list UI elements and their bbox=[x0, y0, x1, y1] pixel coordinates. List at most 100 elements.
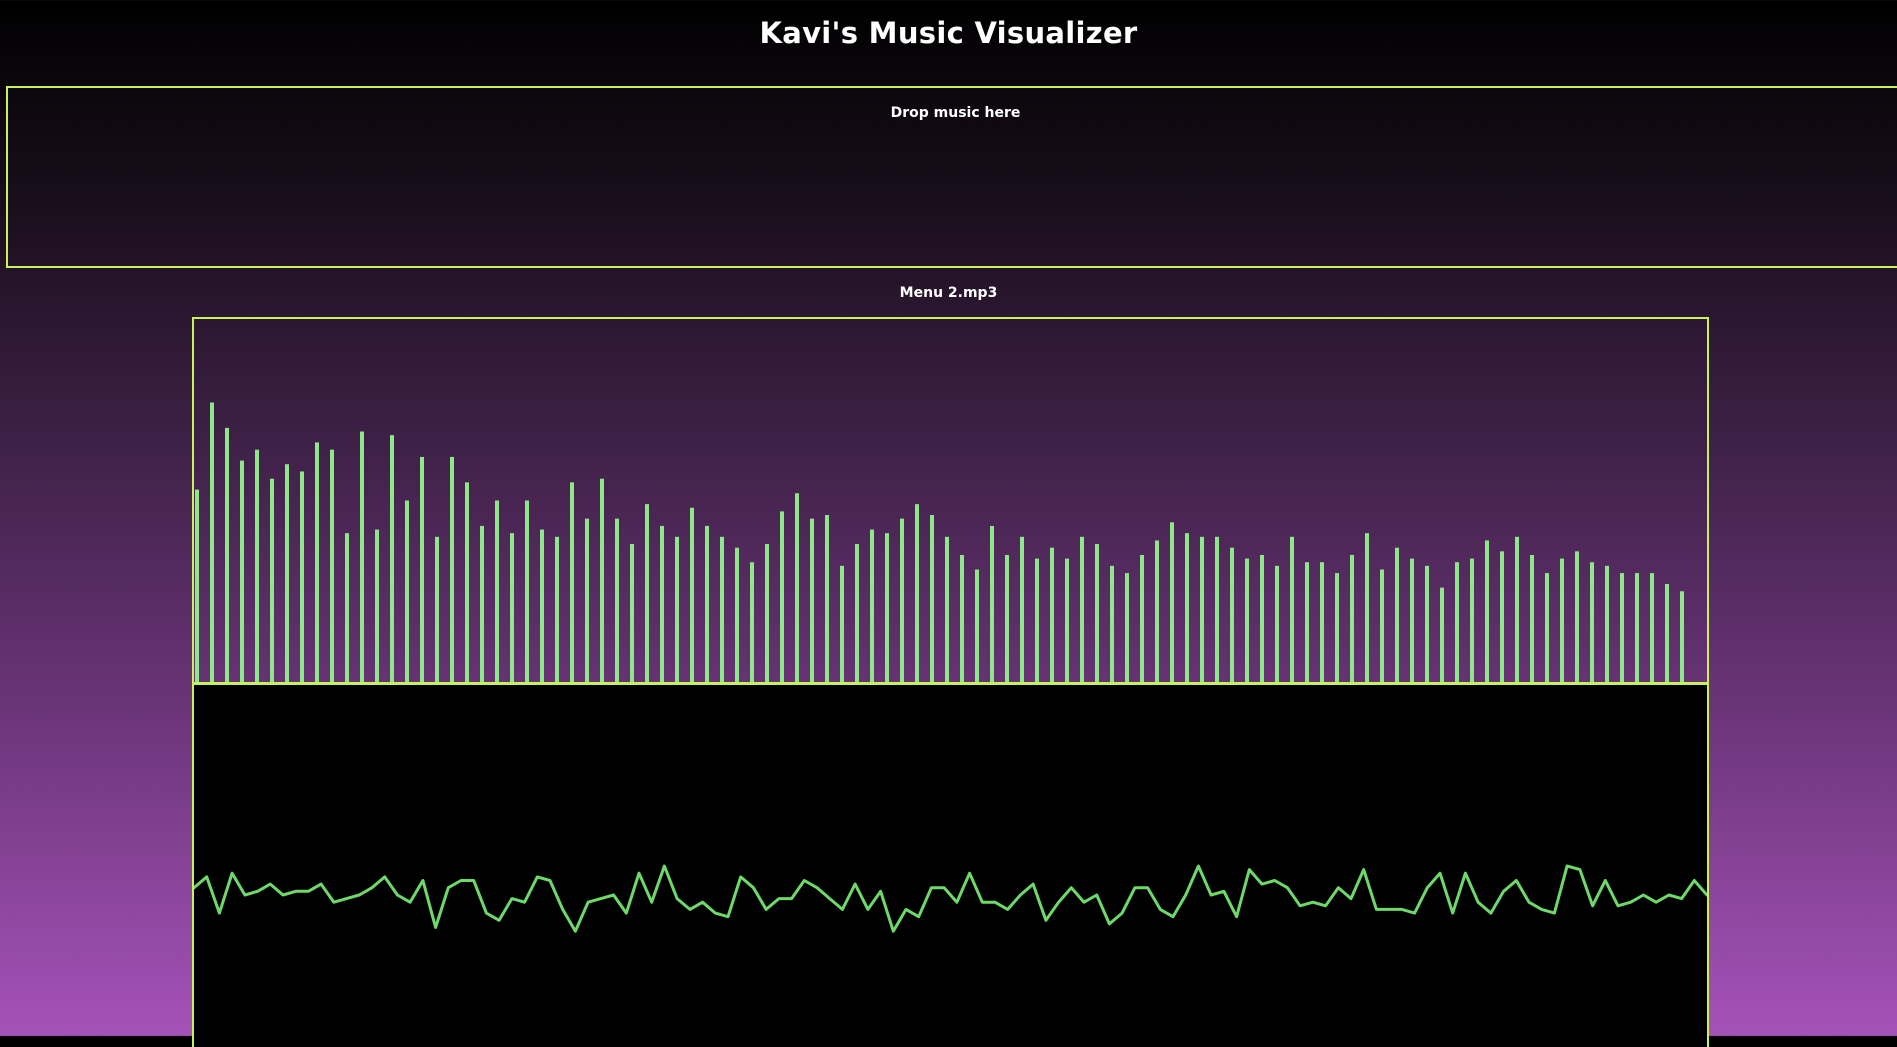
spectrum-bar bbox=[1080, 536, 1084, 682]
spectrum-bar bbox=[1140, 554, 1144, 682]
spectrum-bar bbox=[1290, 536, 1294, 682]
spectrum-bar bbox=[1230, 547, 1234, 682]
spectrum-bar bbox=[900, 518, 904, 682]
spectrum-bar bbox=[1185, 533, 1189, 682]
spectrum-bar bbox=[810, 518, 814, 682]
spectrum-bar bbox=[1680, 591, 1684, 682]
spectrum-bar bbox=[660, 525, 664, 682]
spectrum-bar bbox=[1125, 573, 1129, 682]
spectrum-bar bbox=[1560, 558, 1564, 682]
spectrum-bar bbox=[600, 478, 604, 682]
spectrum-bar bbox=[1110, 565, 1114, 682]
spectrum-bar bbox=[465, 482, 469, 682]
spectrum-bar bbox=[750, 562, 754, 682]
spectrum-bar bbox=[945, 536, 949, 682]
spectrum-bar bbox=[1605, 565, 1609, 682]
spectrum-bar bbox=[1260, 554, 1264, 682]
waveform-visualization bbox=[194, 685, 1707, 1047]
spectrum-bar bbox=[1380, 569, 1384, 682]
spectrum-bar bbox=[225, 427, 229, 682]
spectrum-bar bbox=[360, 431, 364, 682]
spectrum-bar bbox=[1245, 558, 1249, 682]
spectrum-bar bbox=[930, 515, 934, 682]
spectrum-bars-group bbox=[195, 402, 1684, 682]
spectrum-bar bbox=[1500, 551, 1504, 682]
spectrum-bar bbox=[300, 471, 304, 682]
spectrum-bar bbox=[1020, 536, 1024, 682]
spectrum-bar bbox=[855, 544, 859, 682]
spectrum-bar bbox=[1440, 587, 1444, 682]
app-title: Kavi's Music Visualizer bbox=[759, 16, 1138, 50]
spectrum-bar bbox=[1665, 583, 1669, 682]
spectrum-bar bbox=[330, 449, 334, 682]
spectrum-bar bbox=[1050, 547, 1054, 682]
spectrum-bar bbox=[585, 518, 589, 682]
spectrum-bar bbox=[1275, 565, 1279, 682]
spectrum-bar bbox=[705, 525, 709, 682]
spectrum-bar bbox=[870, 529, 874, 682]
spectrum-bar bbox=[285, 464, 289, 682]
spectrum-bar bbox=[525, 500, 529, 682]
spectrum-bar bbox=[720, 536, 724, 682]
spectrum-bar bbox=[570, 482, 574, 682]
spectrum-bar bbox=[825, 515, 829, 682]
spectrum-bar bbox=[1485, 540, 1489, 682]
spectrum-bar bbox=[210, 402, 214, 682]
spectrum-bar bbox=[1335, 573, 1339, 682]
spectrum-bar bbox=[270, 478, 274, 682]
waveform-line bbox=[194, 864, 1707, 933]
spectrum-bar bbox=[390, 435, 394, 682]
spectrum-bar bbox=[450, 456, 454, 682]
spectrum-bar bbox=[840, 565, 844, 682]
spectrum-bar bbox=[975, 569, 979, 682]
spectrum-bar bbox=[990, 525, 994, 682]
spectrum-bar bbox=[1320, 562, 1324, 682]
spectrum-bar bbox=[1575, 551, 1579, 682]
spectrum-bar bbox=[735, 547, 739, 682]
spectrum-bar bbox=[405, 500, 409, 682]
spectrum-bar bbox=[690, 507, 694, 682]
music-drop-zone[interactable]: Drop music here bbox=[6, 86, 1897, 268]
spectrum-bar bbox=[630, 544, 634, 682]
spectrum-bar bbox=[480, 525, 484, 682]
spectrum-bar bbox=[540, 529, 544, 682]
spectrum-bar bbox=[1425, 565, 1429, 682]
drop-zone-label: Drop music here bbox=[890, 105, 1021, 121]
spectrum-bar bbox=[675, 536, 679, 682]
spectrum-bar bbox=[1455, 562, 1459, 682]
spectrum-bar bbox=[615, 518, 619, 682]
spectrum-bar bbox=[1545, 573, 1549, 682]
frequency-spectrum-visualization bbox=[195, 402, 1684, 682]
spectrum-bar bbox=[1635, 573, 1639, 682]
spectrum-bar bbox=[1035, 558, 1039, 682]
spectrum-bar bbox=[1095, 544, 1099, 682]
spectrum-bar bbox=[1470, 558, 1474, 682]
spectrum-bar bbox=[1065, 558, 1069, 682]
spectrum-bar bbox=[435, 536, 439, 682]
spectrum-bar bbox=[1365, 533, 1369, 682]
spectrum-bar bbox=[255, 449, 259, 682]
spectrum-bar bbox=[1590, 562, 1594, 682]
spectrum-bar bbox=[510, 533, 514, 682]
current-track-name: Menu 2.mp3 bbox=[899, 285, 998, 301]
spectrum-bar bbox=[1200, 536, 1204, 682]
spectrum-bar bbox=[1650, 573, 1654, 682]
visualizer-panel bbox=[192, 317, 1709, 1047]
spectrum-bar bbox=[1515, 536, 1519, 682]
spectrum-bar bbox=[1305, 562, 1309, 682]
spectrum-bar bbox=[885, 533, 889, 682]
spectrum-bar bbox=[915, 504, 919, 682]
spectrum-bar bbox=[1410, 558, 1414, 682]
spectrum-bar bbox=[375, 529, 379, 682]
spectrum-bar bbox=[420, 456, 424, 682]
spectrum-bar bbox=[195, 489, 199, 682]
spectrum-bar bbox=[1005, 554, 1009, 682]
spectrum-bar bbox=[1155, 540, 1159, 682]
spectrum-bar bbox=[1620, 573, 1624, 682]
spectrum-bar bbox=[1215, 536, 1219, 682]
spectrum-bar bbox=[315, 442, 319, 682]
spectrum-bar bbox=[1530, 554, 1534, 682]
spectrum-bar bbox=[1395, 547, 1399, 682]
spectrum-bar bbox=[795, 493, 799, 682]
spectrum-bar bbox=[765, 544, 769, 682]
